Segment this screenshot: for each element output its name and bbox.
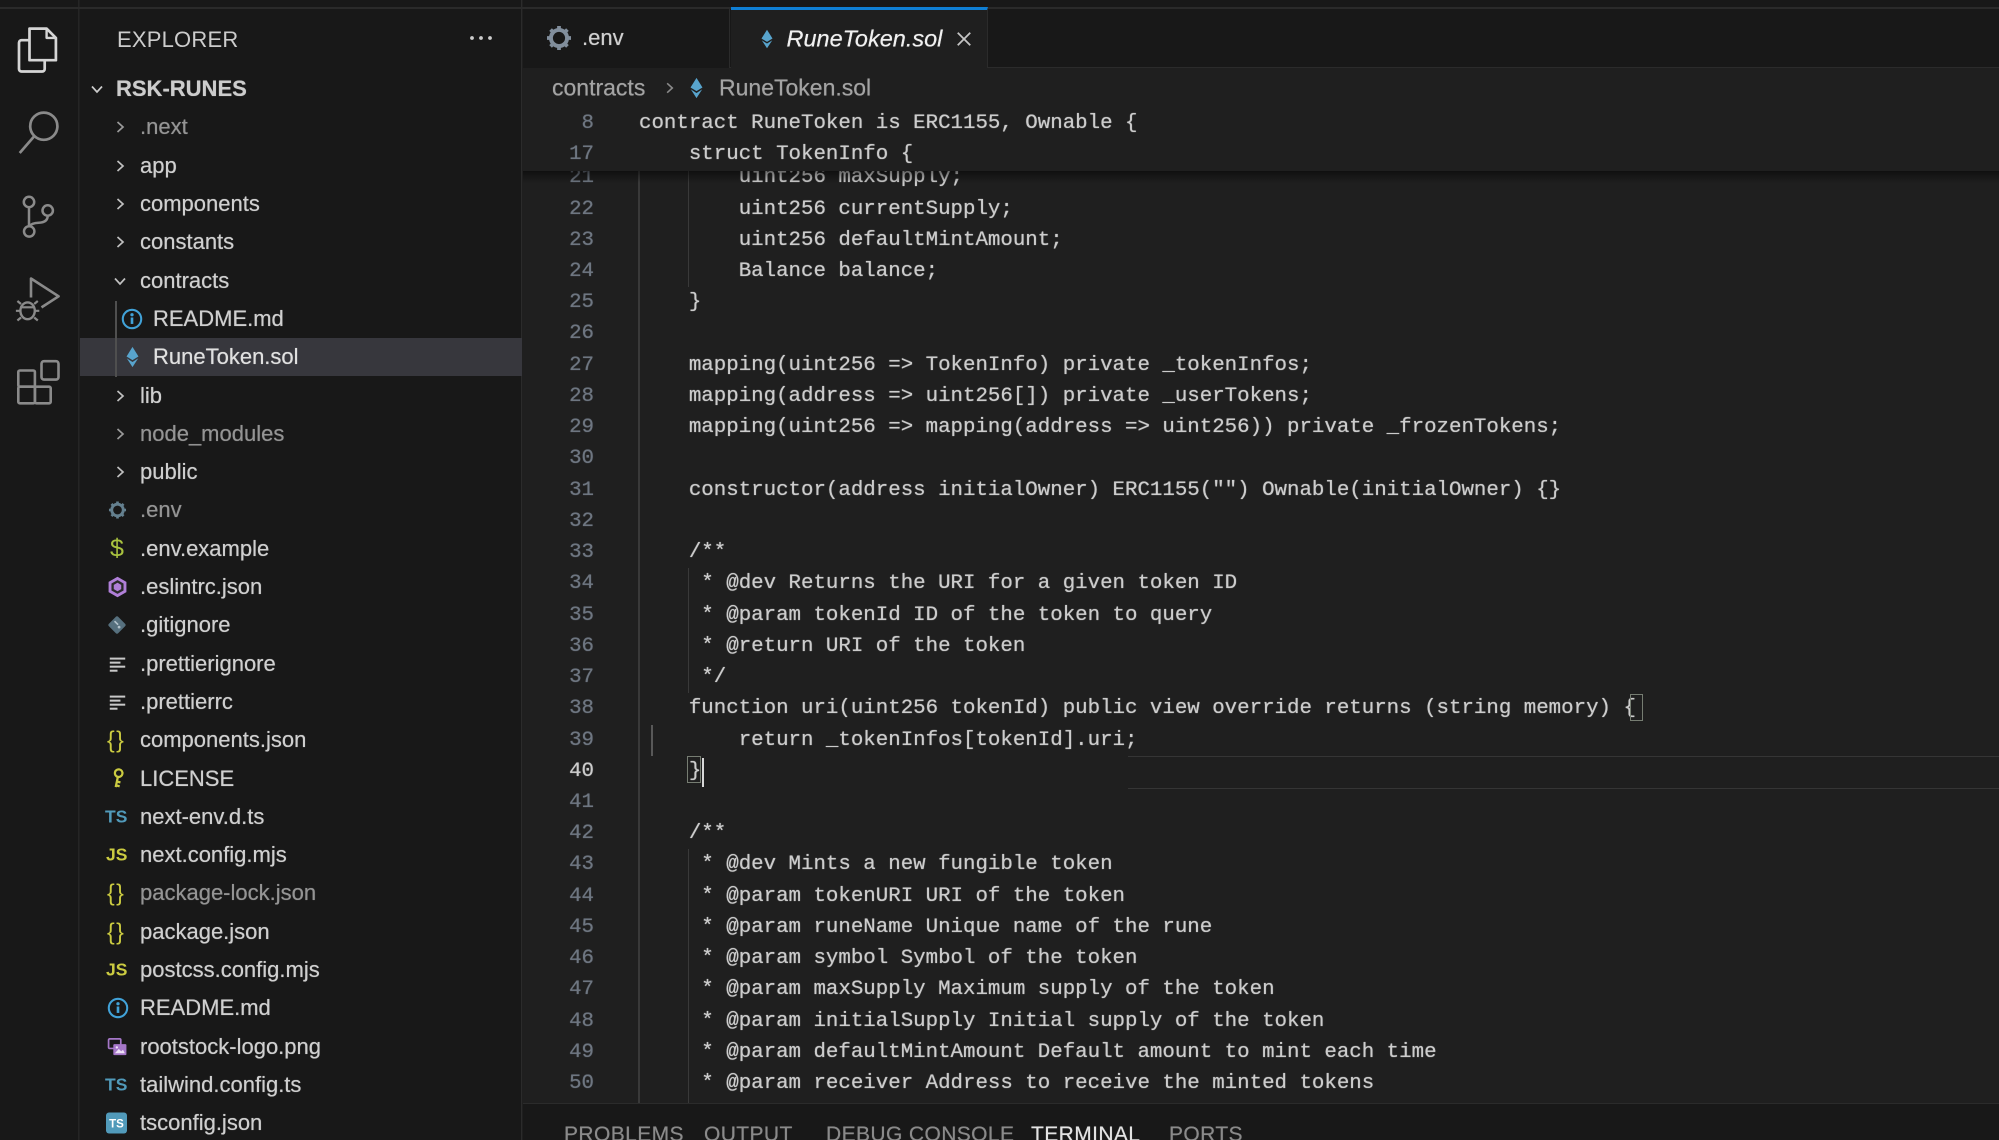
svg-text:TS: TS	[109, 1119, 124, 1131]
